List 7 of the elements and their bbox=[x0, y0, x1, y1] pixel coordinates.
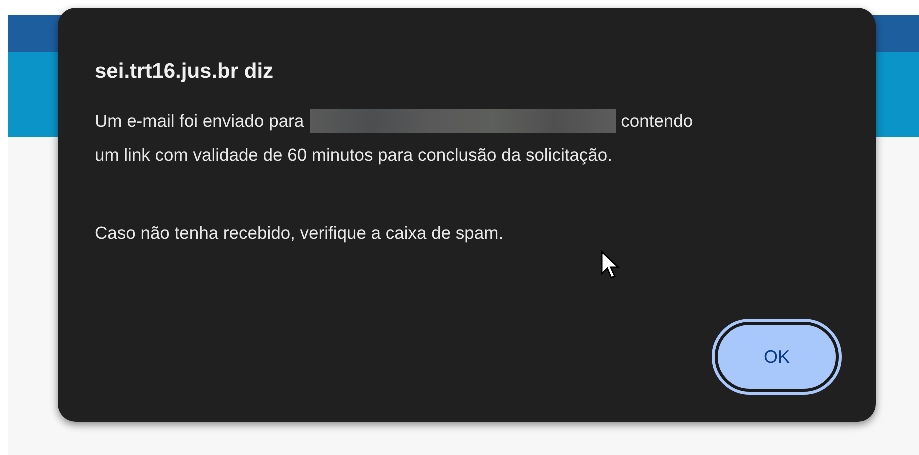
dialog-title: sei.trt16.jus.br diz bbox=[95, 60, 275, 84]
message-text: contendo bbox=[621, 110, 694, 132]
message-text: Um e-mail foi enviado para bbox=[95, 110, 304, 132]
message-text: um link com validade de 60 minutos para conclusão da solicitação. bbox=[95, 144, 613, 166]
mouse-cursor-icon bbox=[600, 250, 622, 282]
message-text: Caso não tenha recebido, verifique a caixa de spam. bbox=[95, 222, 504, 244]
ok-button[interactable]: OK bbox=[715, 322, 839, 392]
